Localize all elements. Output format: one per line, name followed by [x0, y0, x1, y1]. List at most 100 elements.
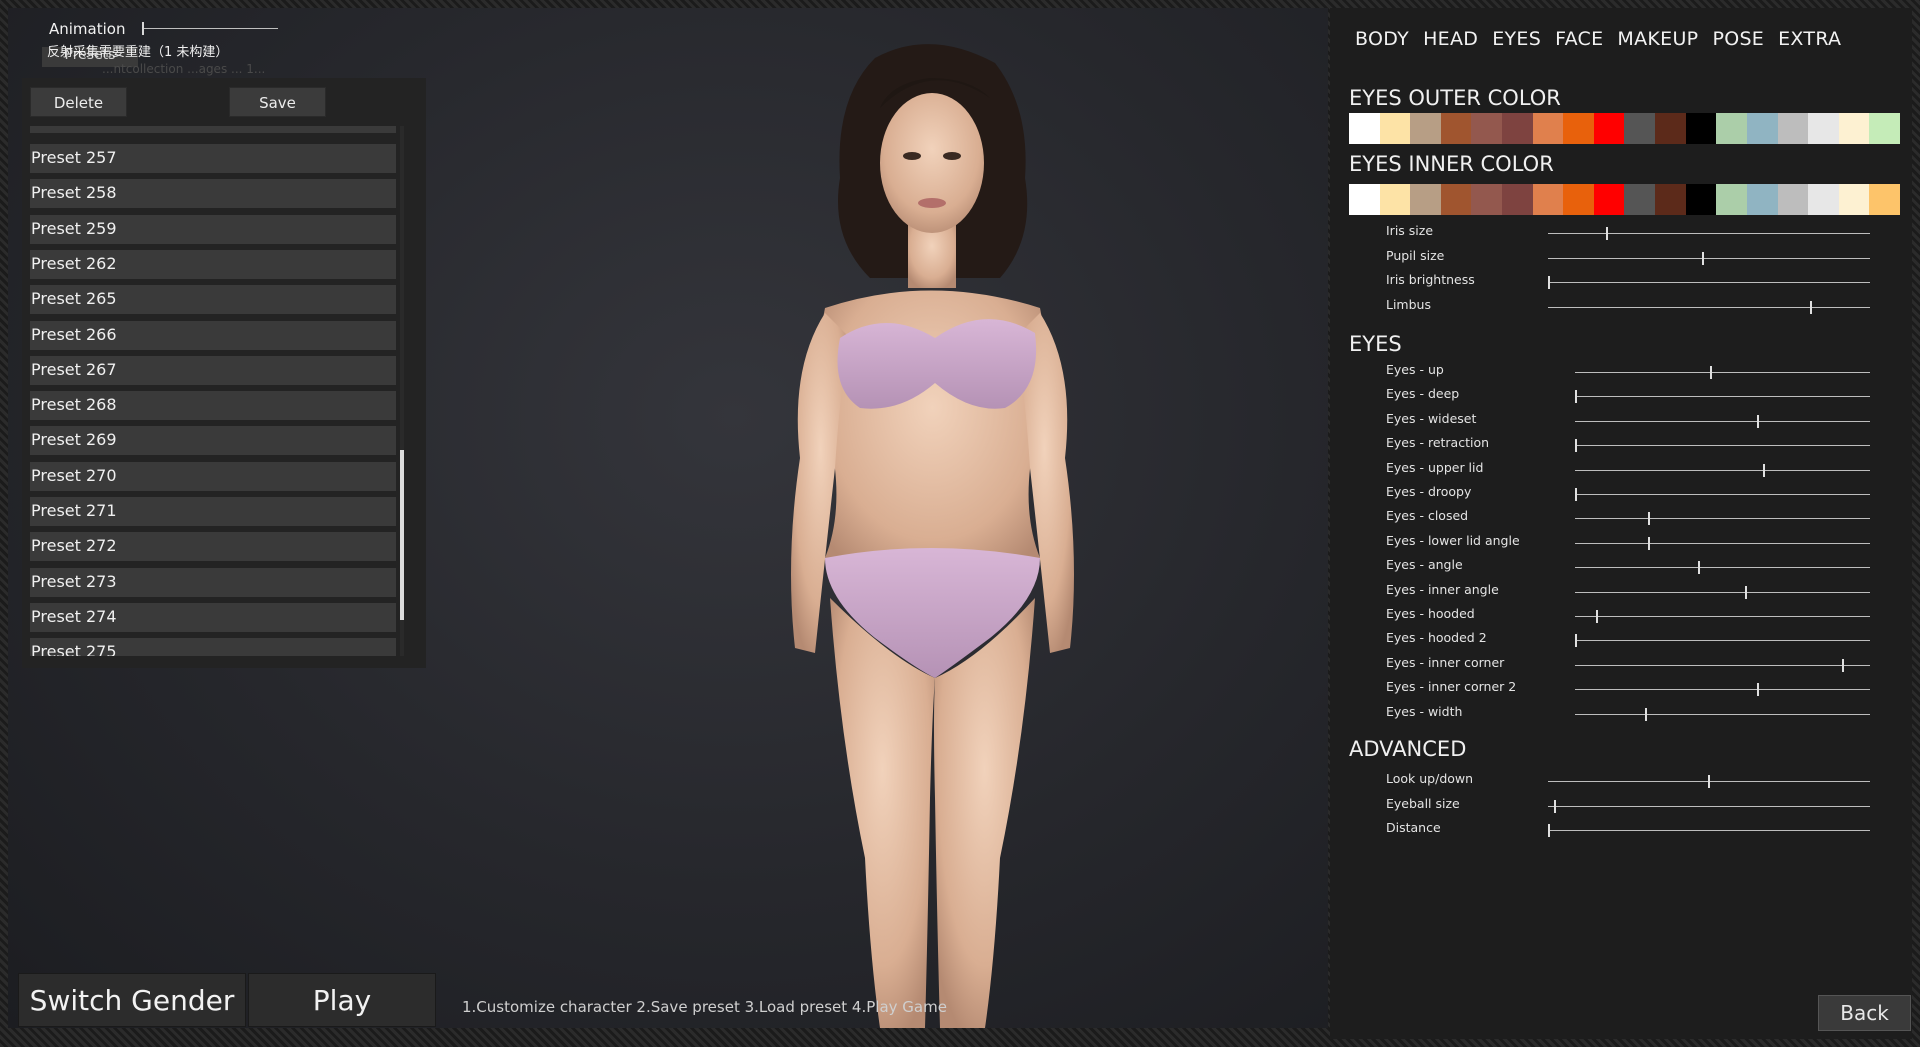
- tab-pose[interactable]: POSE: [1712, 28, 1764, 50]
- color-swatch[interactable]: [1471, 113, 1503, 144]
- delete-button[interactable]: Delete: [30, 87, 127, 117]
- color-swatch[interactable]: [1593, 113, 1625, 144]
- slider-track[interactable]: [1575, 512, 1870, 526]
- preset-item[interactable]: Preset 265: [30, 285, 396, 315]
- slider-knob[interactable]: [1595, 610, 1598, 623]
- slider-knob[interactable]: [1701, 251, 1704, 265]
- preset-item[interactable]: Preset 274: [30, 602, 396, 632]
- preset-item-partial[interactable]: [30, 126, 396, 133]
- slider-track[interactable]: [1548, 276, 1870, 289]
- color-swatch[interactable]: [1440, 184, 1472, 215]
- preset-item[interactable]: Preset 262: [30, 249, 396, 279]
- color-swatch[interactable]: [1410, 113, 1441, 144]
- slider-track[interactable]: [1575, 439, 1870, 453]
- slider-track[interactable]: [1575, 585, 1870, 599]
- color-swatch[interactable]: [1685, 113, 1717, 144]
- slider-knob[interactable]: [1756, 683, 1759, 697]
- character-model[interactable]: [690, 38, 1180, 1028]
- color-swatch[interactable]: [1379, 184, 1411, 215]
- color-swatch[interactable]: [1869, 113, 1900, 144]
- slider-track[interactable]: [1575, 634, 1870, 648]
- slider-track[interactable]: [1575, 536, 1870, 550]
- tab-body[interactable]: BODY: [1355, 28, 1409, 50]
- slider-track[interactable]: [1548, 227, 1870, 240]
- slider-track[interactable]: [1548, 824, 1870, 837]
- color-swatch[interactable]: [1471, 184, 1503, 215]
- slider-knob[interactable]: [1841, 658, 1844, 672]
- slider-track[interactable]: [1548, 775, 1870, 788]
- color-swatch[interactable]: [1593, 184, 1625, 215]
- color-swatch[interactable]: [1716, 184, 1747, 215]
- slider-knob[interactable]: [1554, 799, 1557, 813]
- preset-item[interactable]: Preset 259: [30, 214, 396, 244]
- color-swatch[interactable]: [1440, 113, 1472, 144]
- back-button[interactable]: Back: [1818, 995, 1911, 1031]
- preset-item[interactable]: Preset 258: [30, 179, 396, 209]
- preset-item[interactable]: Preset 266: [30, 320, 396, 350]
- color-swatch[interactable]: [1746, 184, 1778, 215]
- color-swatch[interactable]: [1808, 184, 1839, 215]
- slider-knob[interactable]: [1744, 585, 1747, 599]
- slider-knob[interactable]: [1548, 824, 1550, 837]
- preset-item[interactable]: Preset 271: [30, 497, 396, 526]
- slider-knob[interactable]: [1575, 439, 1577, 453]
- preset-item[interactable]: Preset 270: [30, 461, 396, 491]
- slider-track[interactable]: [1548, 300, 1870, 314]
- color-swatch[interactable]: [1563, 184, 1594, 215]
- color-swatch[interactable]: [1502, 184, 1533, 215]
- slider-knob[interactable]: [1810, 300, 1813, 314]
- slider-knob[interactable]: [1605, 227, 1608, 240]
- color-swatch[interactable]: [1838, 184, 1870, 215]
- preset-item[interactable]: Preset 272: [30, 532, 396, 562]
- color-swatch[interactable]: [1716, 113, 1747, 144]
- slider-track[interactable]: [1575, 414, 1870, 428]
- color-swatch[interactable]: [1410, 184, 1441, 215]
- color-swatch[interactable]: [1838, 113, 1870, 144]
- color-swatch[interactable]: [1502, 113, 1533, 144]
- slider-knob[interactable]: [1708, 775, 1710, 788]
- slider-track[interactable]: [1575, 683, 1870, 697]
- slider-track[interactable]: [1575, 610, 1870, 623]
- color-swatch[interactable]: [1808, 113, 1839, 144]
- slider-track[interactable]: [1575, 561, 1870, 575]
- slider-track[interactable]: [1575, 463, 1870, 477]
- slider-track[interactable]: [1575, 707, 1870, 721]
- tab-head[interactable]: HEAD: [1423, 28, 1478, 50]
- color-swatch[interactable]: [1624, 113, 1656, 144]
- slider-knob[interactable]: [1762, 463, 1765, 477]
- slider-knob[interactable]: [1575, 390, 1577, 404]
- slider-track[interactable]: [1548, 799, 1870, 813]
- slider-track[interactable]: [1575, 366, 1870, 379]
- preset-list[interactable]: Preset 257 Preset 258 Preset 259 Preset 262…: [30, 126, 396, 656]
- color-swatch[interactable]: [1655, 113, 1686, 144]
- preset-item[interactable]: Preset 257: [30, 144, 396, 173]
- play-button[interactable]: Play: [248, 973, 436, 1027]
- preset-item[interactable]: Preset 267: [30, 355, 396, 385]
- animation-slider[interactable]: [142, 22, 278, 35]
- color-swatch[interactable]: [1532, 184, 1564, 215]
- color-swatch[interactable]: [1563, 113, 1594, 144]
- tab-face[interactable]: FACE: [1555, 28, 1603, 50]
- color-swatch[interactable]: [1777, 184, 1809, 215]
- tab-eyes[interactable]: EYES: [1492, 28, 1541, 50]
- save-button[interactable]: Save: [229, 87, 326, 117]
- switch-gender-button[interactable]: Switch Gender: [18, 973, 246, 1027]
- preset-item[interactable]: Preset 273: [30, 567, 396, 597]
- slider-track[interactable]: [1575, 488, 1870, 501]
- slider-track[interactable]: [1575, 390, 1870, 404]
- color-swatch[interactable]: [1685, 184, 1717, 215]
- color-swatch[interactable]: [1777, 113, 1809, 144]
- color-swatch[interactable]: [1746, 113, 1778, 144]
- color-swatch[interactable]: [1624, 184, 1656, 215]
- color-swatch[interactable]: [1349, 184, 1380, 215]
- slider-knob[interactable]: [1756, 414, 1759, 428]
- preset-item[interactable]: Preset 268: [30, 391, 396, 421]
- tab-extra[interactable]: EXTRA: [1778, 28, 1841, 50]
- preset-item[interactable]: Preset 275: [30, 638, 396, 656]
- color-swatch[interactable]: [1655, 184, 1686, 215]
- slider-knob[interactable]: [1575, 634, 1577, 648]
- color-swatch[interactable]: [1869, 184, 1900, 215]
- color-swatch[interactable]: [1379, 113, 1411, 144]
- slider-track[interactable]: [1575, 658, 1870, 672]
- slider-track[interactable]: [1548, 251, 1870, 265]
